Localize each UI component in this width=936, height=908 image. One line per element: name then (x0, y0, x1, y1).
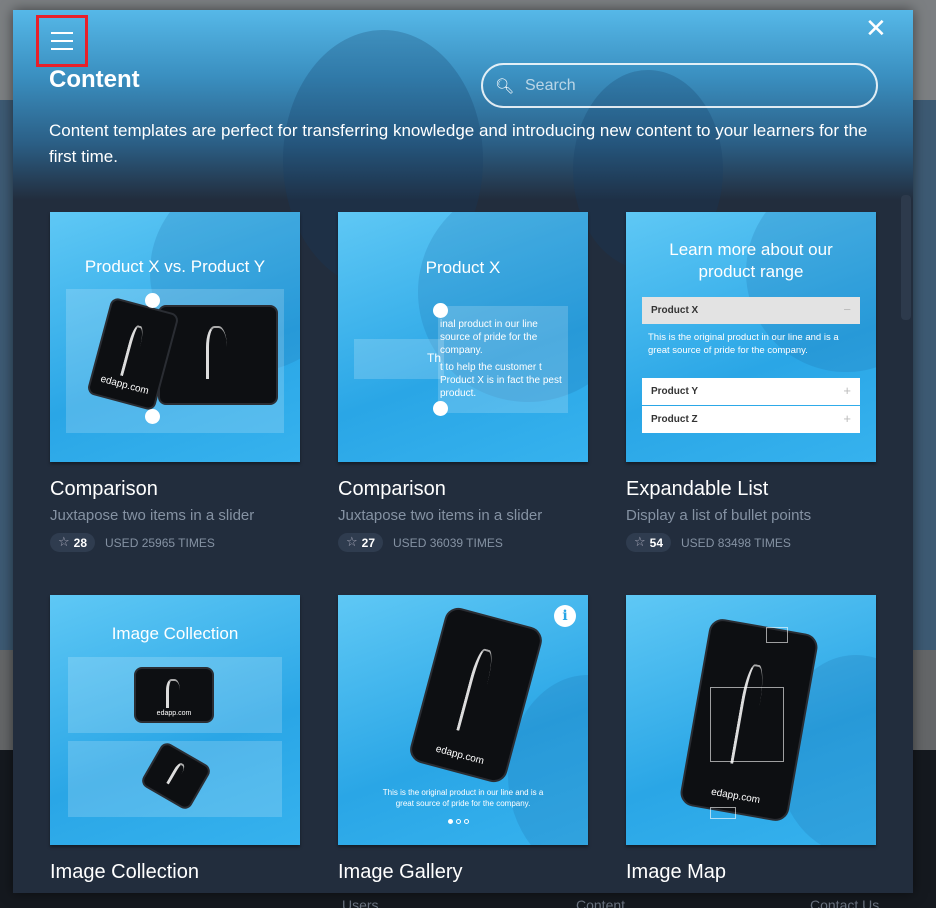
thumbnail-title: Product X (425, 258, 501, 277)
search-input[interactable] (525, 76, 845, 95)
hotspot-box (710, 687, 784, 762)
slider-handle (145, 409, 160, 424)
card-title: Comparison (50, 478, 158, 500)
star-count[interactable]: ☆ 27 (338, 533, 384, 552)
template-card-image-collection[interactable]: Image Collection edapp.com Image Collect… (50, 595, 300, 884)
page-title: Content (49, 66, 140, 93)
scrollbar[interactable] (901, 195, 911, 320)
usage-count: USED 83498 TIMES (681, 535, 791, 550)
template-card-expandable-list[interactable]: Learn more about our product range Produ… (626, 212, 876, 552)
template-thumbnail: Image Collection edapp.com (50, 595, 300, 845)
card-title: Image Gallery (338, 861, 463, 883)
star-icon: ☆ (634, 535, 646, 550)
footer-link-content[interactable]: Content (576, 897, 625, 908)
template-card-image-gallery[interactable]: edapp.com This is the original product i… (338, 595, 588, 884)
template-thumbnail: edapp.com (626, 595, 876, 845)
star-icon: ☆ (58, 535, 70, 550)
template-card-comparison-1[interactable]: Product X vs. Product Y edapp.com Compar… (50, 212, 300, 552)
card-title: Expandable List (626, 478, 769, 500)
template-card-image-map[interactable]: edapp.com Image Map (626, 595, 876, 884)
laptop-image: edapp.com (134, 667, 214, 723)
info-icon[interactable]: i (554, 605, 576, 627)
hamburger-icon (51, 32, 73, 34)
thumbnail-title: Product X vs. Product Y (84, 257, 266, 276)
template-thumbnail: Product X inal product in our line sourc… (338, 212, 588, 462)
usage-count: USED 25965 TIMES (105, 535, 215, 550)
modal-description: Content templates are perfect for transf… (49, 121, 868, 166)
hamburger-menu-button[interactable] (36, 15, 88, 67)
card-subtitle: Display a list of bullet points (626, 507, 812, 524)
card-title: Comparison (338, 478, 446, 500)
hotspot-box (710, 807, 736, 819)
carousel-dots (448, 819, 469, 824)
thumbnail-title: Image Collection (111, 624, 239, 643)
card-subtitle: Juxtapose two items in a slider (338, 507, 543, 524)
star-count[interactable]: ☆ 54 (626, 533, 672, 552)
card-subtitle: Juxtapose two items in a slider (50, 507, 255, 524)
slider-handle (433, 401, 448, 416)
usage-count: USED 36039 TIMES (393, 535, 503, 550)
slider-handle (433, 303, 448, 318)
search-box[interactable]: 🔍︎ (481, 63, 878, 108)
card-title: Image Collection (50, 861, 199, 883)
template-thumbnail: edapp.com This is the original product i… (338, 595, 588, 845)
star-icon: ☆ (346, 535, 358, 550)
content-templates-modal: ✕ Content 🔍︎ Content templates are perfe… (13, 10, 913, 893)
thumbnail-title: Learn more about our product range (669, 240, 833, 281)
footer-link-contact[interactable]: Contact Us (810, 897, 879, 908)
star-count[interactable]: ☆ 28 (50, 533, 96, 552)
footer-link-users[interactable]: Users (342, 897, 379, 908)
slider-handle (145, 293, 160, 308)
template-card-comparison-2[interactable]: Product X inal product in our line sourc… (338, 212, 588, 552)
search-icon: 🔍︎ (495, 76, 515, 95)
close-button[interactable]: ✕ (865, 14, 887, 44)
hotspot-box (766, 627, 788, 643)
template-thumbnail: Product X vs. Product Y edapp.com (50, 212, 300, 462)
card-title: Image Map (626, 861, 727, 883)
template-thumbnail: Learn more about our product range Produ… (626, 212, 876, 462)
